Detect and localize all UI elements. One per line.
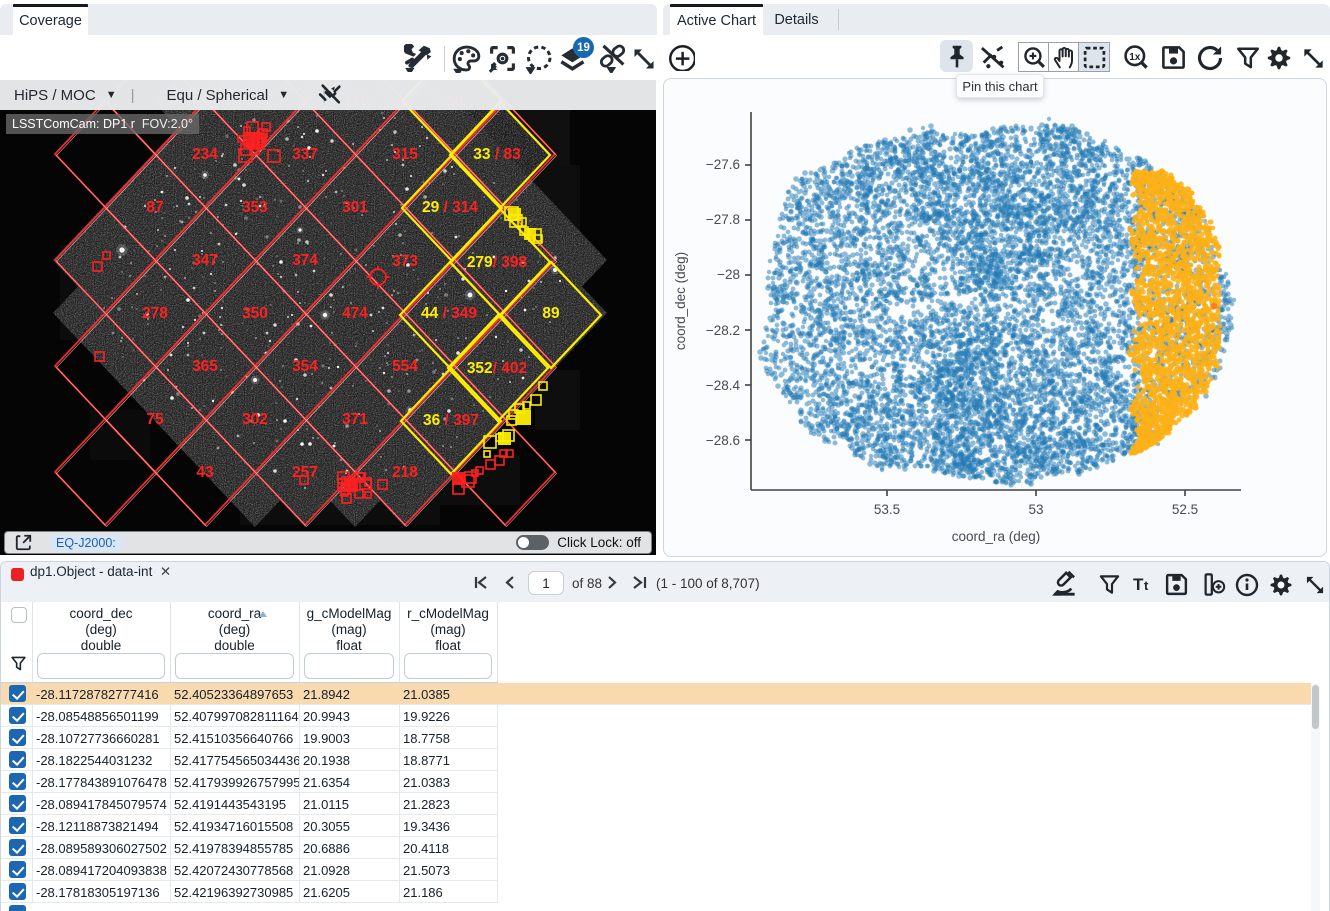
svg-text:53.5: 53.5	[874, 502, 900, 517]
svg-text:279/ 398: 279/ 398	[467, 254, 528, 271]
svg-text:373: 373	[392, 253, 418, 270]
svg-text:44 / 349: 44 / 349	[421, 305, 477, 322]
svg-text:52.5: 52.5	[1172, 502, 1198, 517]
svg-text:29 / 314: 29 / 314	[422, 199, 478, 216]
svg-text:75: 75	[146, 411, 164, 428]
svg-text:53: 53	[1028, 502, 1043, 517]
svg-text:1x: 1x	[1129, 52, 1141, 63]
svg-text:T: T	[1133, 575, 1144, 594]
svg-text:278: 278	[142, 305, 168, 322]
svg-text:474: 474	[342, 305, 368, 322]
svg-text:−28.4: −28.4	[706, 378, 741, 393]
svg-text:365: 365	[192, 358, 218, 375]
svg-text:234: 234	[192, 146, 218, 163]
svg-text:353: 353	[242, 199, 268, 216]
svg-text:374: 374	[292, 252, 318, 269]
svg-text:43: 43	[196, 464, 214, 481]
svg-text:315: 315	[392, 146, 418, 163]
svg-text:−28.6: −28.6	[706, 433, 740, 448]
svg-text:coord_dec (deg): coord_dec (deg)	[673, 252, 688, 350]
svg-text:352/ 402: 352/ 402	[467, 360, 527, 377]
svg-text:33 / 83: 33 / 83	[473, 146, 521, 163]
svg-text:−27.6: −27.6	[706, 157, 740, 172]
svg-text:−27.8: −27.8	[706, 212, 740, 227]
svg-text:350: 350	[242, 305, 268, 322]
svg-text:302: 302	[242, 411, 268, 428]
svg-text:354: 354	[292, 358, 318, 375]
svg-text:−28: −28	[717, 267, 740, 282]
svg-text:371: 371	[342, 411, 368, 428]
svg-text:87: 87	[146, 199, 163, 216]
svg-text:347: 347	[192, 252, 218, 269]
svg-text:36 / 397: 36 / 397	[423, 412, 479, 429]
svg-text:301: 301	[342, 199, 368, 216]
svg-text:t: t	[1144, 578, 1149, 593]
svg-text:coord_ra (deg): coord_ra (deg)	[952, 529, 1041, 544]
svg-text:257: 257	[292, 464, 318, 481]
svg-text:554: 554	[392, 358, 418, 375]
svg-text:89: 89	[542, 305, 560, 322]
svg-text:337: 337	[292, 146, 318, 163]
svg-text:−28.2: −28.2	[706, 323, 740, 338]
svg-text:218: 218	[392, 464, 418, 481]
